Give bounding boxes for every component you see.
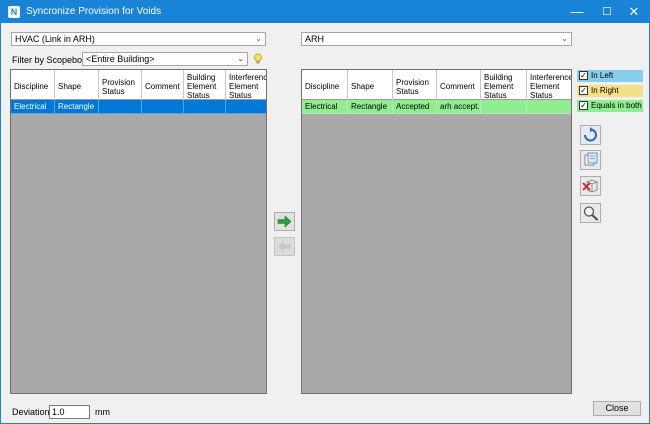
legend-in-left[interactable]: ✓ In Left — [577, 70, 643, 82]
chevron-down-icon: ⌄ — [237, 54, 244, 63]
equals-both-label: Equals in both — [591, 101, 642, 110]
left-provisions-grid[interactable]: Discipline Shape Provision Status Commen… — [10, 69, 267, 394]
col-header-comment[interactable]: Comment — [142, 70, 184, 100]
cell-building-status[interactable] — [184, 100, 226, 114]
source-model-value: HVAC (Link in ARH) — [15, 34, 95, 44]
in-right-label: In Right — [591, 86, 619, 95]
copy-to-left-button[interactable] — [274, 237, 295, 256]
cell-comment[interactable]: arh accept... — [437, 100, 481, 114]
target-model-value: ARH — [305, 34, 325, 44]
scopebox-value: <Entire Building> — [86, 54, 155, 64]
close-button[interactable]: Close — [593, 401, 641, 416]
refresh-button[interactable] — [580, 125, 601, 145]
in-left-checkbox[interactable]: ✓ — [579, 71, 588, 80]
col-header-provision-status[interactable]: Provision Status — [393, 70, 437, 100]
chevron-down-icon: ⌄ — [561, 34, 568, 43]
deviation-unit: mm — [95, 407, 110, 417]
deviation-input[interactable]: 1.0 — [49, 405, 90, 419]
left-grid-header: Discipline Shape Provision Status Commen… — [11, 70, 266, 100]
sync-dialog-window: N Syncronize Provision for Voids — ☐ ✕ H… — [0, 0, 650, 424]
cell-interference-status[interactable] — [527, 100, 571, 114]
cell-discipline[interactable]: Electrical — [302, 100, 348, 114]
chevron-down-icon: ⌄ — [255, 34, 262, 43]
col-header-building-status[interactable]: Building Element Status — [481, 70, 527, 100]
in-left-label: In Left — [591, 71, 614, 80]
title-bar: N Syncronize Provision for Voids — ☐ ✕ — [1, 1, 649, 23]
scopebox-combo[interactable]: <Entire Building> ⌄ — [82, 52, 248, 66]
window-title: Syncronize Provision for Voids — [26, 6, 162, 17]
filter-scopebox-label: Filter by Scopebox: — [12, 55, 90, 65]
copy-to-right-button[interactable] — [274, 212, 295, 231]
col-header-interference-status[interactable]: Interference Element Status — [226, 70, 266, 100]
col-header-building-status[interactable]: Building Element Status — [184, 70, 226, 100]
col-header-provision-status[interactable]: Provision Status — [99, 70, 142, 100]
right-grid-header: Discipline Shape Provision Status Commen… — [302, 70, 571, 100]
col-header-comment[interactable]: Comment — [437, 70, 481, 100]
close-window-button[interactable]: ✕ — [618, 1, 650, 23]
copy-cube-icon — [584, 152, 598, 166]
in-right-checkbox[interactable]: ✓ — [579, 86, 588, 95]
cell-discipline[interactable]: Electrical — [11, 100, 55, 114]
col-header-shape[interactable]: Shape — [348, 70, 393, 100]
source-model-combo[interactable]: HVAC (Link in ARH) ⌄ — [11, 32, 266, 46]
target-model-combo[interactable]: ARH ⌄ — [301, 32, 572, 46]
legend-equals-both[interactable]: ✓ Equals in both — [577, 100, 643, 112]
cell-interference-status[interactable] — [226, 100, 266, 114]
lightbulb-icon[interactable] — [253, 53, 263, 65]
copy-elements-button[interactable] — [580, 150, 601, 170]
arrow-right-icon — [277, 215, 292, 228]
legend-in-right[interactable]: ✓ In Right — [577, 85, 643, 97]
col-header-discipline[interactable]: Discipline — [302, 70, 348, 100]
cell-building-status[interactable] — [481, 100, 527, 114]
equals-both-checkbox[interactable]: ✓ — [579, 101, 588, 110]
refresh-icon — [584, 127, 597, 142]
cell-provision-status[interactable]: Accepted — [393, 100, 437, 114]
cell-provision-status[interactable] — [99, 100, 142, 114]
col-header-discipline[interactable]: Discipline — [11, 70, 55, 100]
table-row[interactable]: Electrical Rectangle Accepted arh accept… — [302, 100, 571, 114]
col-header-interference-status[interactable]: Interference Element Status — [527, 70, 571, 100]
app-logo-icon: N — [8, 6, 20, 18]
magnifier-icon — [583, 206, 599, 221]
right-provisions-grid[interactable]: Discipline Shape Provision Status Commen… — [301, 69, 572, 394]
col-header-shape[interactable]: Shape — [55, 70, 99, 100]
delete-cube-icon — [582, 179, 598, 193]
arrow-left-icon — [278, 241, 291, 252]
minimize-button[interactable]: — — [561, 1, 593, 23]
zoom-search-button[interactable] — [580, 203, 601, 223]
table-row[interactable]: Electrical Rectangle — [11, 100, 266, 114]
cell-shape[interactable]: Rectangle — [55, 100, 99, 114]
cell-comment[interactable] — [142, 100, 184, 114]
delete-elements-button[interactable] — [580, 176, 601, 196]
cell-shape[interactable]: Rectangle — [348, 100, 393, 114]
deviation-label: Deviation: — [12, 407, 53, 417]
